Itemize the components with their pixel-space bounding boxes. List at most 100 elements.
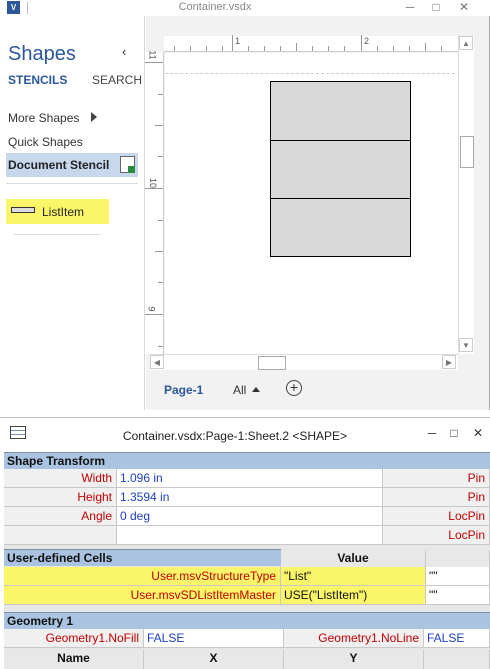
cell-prompt-user-structure-type[interactable]: "": [426, 567, 490, 586]
vertical-ruler: 11 10 9: [145, 50, 164, 354]
ruler-tick: [377, 46, 378, 51]
more-shapes-menu[interactable]: More Shapes: [8, 111, 79, 125]
submenu-arrow-icon[interactable]: [91, 112, 97, 122]
ruler-tick: [155, 125, 163, 126]
ruler-tick: [190, 46, 191, 51]
ruler-tick: [155, 251, 163, 252]
cell-name-empty[interactable]: [4, 526, 117, 545]
ruler-tick: [158, 282, 163, 283]
add-page-icon[interactable]: +: [286, 380, 302, 396]
ruler-tick: [441, 46, 442, 51]
ruler-tick: [344, 46, 345, 51]
shapesheet-close-button[interactable]: ✕: [468, 426, 488, 442]
document-stencil-item[interactable]: Document Stencil: [6, 153, 138, 177]
cell-name-angle[interactable]: Angle: [4, 507, 117, 526]
list-item-shape[interactable]: [270, 198, 411, 257]
cell-prompt-user-list-item-master[interactable]: "": [426, 586, 490, 605]
ruler-tick: [158, 346, 163, 347]
section-header-geometry-1[interactable]: Geometry 1: [4, 612, 490, 629]
column-header-value: Value: [281, 550, 426, 567]
tab-page-1[interactable]: Page-1: [164, 383, 203, 397]
scroll-down-icon[interactable]: ▼: [459, 338, 473, 352]
cell-name-pin[interactable]: Pin: [383, 488, 490, 507]
master-shape-listitem[interactable]: ListItem: [6, 199, 109, 224]
maximize-button[interactable]: □: [424, 0, 448, 16]
all-pages-button[interactable]: All: [233, 383, 246, 397]
tab-search[interactable]: SEARCH: [92, 73, 142, 87]
collapse-pane-chevron-icon[interactable]: ‹: [122, 44, 126, 59]
cell-name-user-structure-type[interactable]: User.msvStructureType: [4, 567, 281, 586]
cell-value-angle[interactable]: 0 deg: [117, 507, 383, 526]
stencil-divider: [14, 234, 100, 235]
ruler-tick: [158, 220, 163, 221]
minimize-button[interactable]: ─: [398, 0, 422, 16]
cell-value-empty[interactable]: [117, 526, 383, 545]
shapes-pane-title: Shapes: [8, 43, 76, 65]
shapesheet-title-bar: Container.vsdx:Page-1:Sheet.2 <SHAPE> ─ …: [0, 418, 490, 451]
caret-up-icon[interactable]: [252, 387, 260, 392]
section-header-shape-transform[interactable]: Shape Transform: [4, 452, 490, 469]
title-bar: V Container.vsdx ─ □ ✕: [0, 0, 490, 16]
ruler-label: 2: [364, 36, 370, 46]
cell-value-user-structure-type[interactable]: "List": [281, 567, 426, 586]
ruler-tick: [361, 35, 362, 51]
scroll-left-icon[interactable]: ◀: [150, 355, 164, 369]
scroll-up-icon[interactable]: ▲: [459, 36, 473, 50]
ruler-tick: [296, 43, 297, 51]
ruler-label: 10: [148, 177, 159, 189]
shapesheet-minimize-button[interactable]: ─: [422, 426, 442, 442]
cell-value-height[interactable]: 1.3594 in: [117, 488, 383, 507]
cell-name-locpin[interactable]: LocPin: [383, 526, 490, 545]
vertical-scroll-thumb[interactable]: [460, 136, 474, 168]
tab-stencils[interactable]: STENCILS: [8, 73, 67, 87]
ruler-tick: [158, 156, 163, 157]
horizontal-scrollbar[interactable]: ◀ ▶: [150, 354, 458, 370]
vertical-scrollbar[interactable]: ▲ ▼: [458, 36, 474, 354]
pane-divider: [6, 183, 138, 184]
cell-name-geometry-noline[interactable]: Geometry1.NoLine: [284, 629, 424, 648]
cell-name-locpin[interactable]: LocPin: [383, 507, 490, 526]
ruler-tick: [409, 46, 410, 51]
stencil-document-icon: [120, 156, 135, 173]
ruler-tick: [312, 46, 313, 51]
ruler-tick: [222, 46, 223, 51]
ruler-label: 9: [146, 306, 157, 312]
horizontal-scroll-thumb[interactable]: [258, 356, 286, 370]
drawing-window: V Container.vsdx ─ □ ✕ Shapes ‹ STENCILS…: [0, 0, 490, 410]
ruler-tick: [264, 46, 265, 51]
document-stencil-label: Document Stencil: [8, 158, 110, 172]
section-header-user-defined[interactable]: User-defined Cells: [4, 549, 281, 566]
cell-value-geometry-nofill[interactable]: FALSE: [144, 629, 284, 648]
close-button[interactable]: ✕: [452, 0, 476, 16]
list-item-shape-icon: [11, 207, 35, 213]
column-header-prompt: [426, 550, 490, 567]
cell-name-geometry-nofill[interactable]: Geometry1.NoFill: [4, 629, 144, 648]
drawing-page[interactable]: [165, 53, 460, 354]
cell-value-user-list-item-master[interactable]: USE("ListItem"): [281, 586, 426, 605]
ruler-tick: [145, 188, 163, 189]
cell-value-width[interactable]: 1.096 in: [117, 469, 383, 488]
list-item-shape[interactable]: [270, 140, 411, 199]
page-tabs-bar: Page-1 All +: [146, 372, 489, 410]
cell-name-width[interactable]: Width: [4, 469, 117, 488]
ruler-tick: [145, 62, 163, 63]
list-item-shape[interactable]: [270, 81, 411, 141]
shapes-pane: Shapes ‹ STENCILS SEARCH More Shapes Qui…: [0, 16, 145, 410]
quick-shapes-item[interactable]: Quick Shapes: [8, 135, 83, 149]
shapesheet-window: Container.vsdx:Page-1:Sheet.2 <SHAPE> ─ …: [0, 417, 490, 669]
scroll-right-icon[interactable]: ▶: [442, 355, 456, 369]
column-header-x: X: [144, 650, 284, 669]
cell-name-pin[interactable]: Pin: [383, 469, 490, 488]
ruler-tick: [280, 46, 281, 51]
ruler-tick: [393, 46, 394, 51]
ruler-tick: [425, 43, 426, 51]
column-header-y: Y: [284, 650, 424, 669]
shapesheet-maximize-button[interactable]: □: [444, 426, 464, 442]
window-title: Container.vsdx: [178, 1, 252, 13]
ruler-tick: [206, 46, 207, 51]
cell-name-user-list-item-master[interactable]: User.msvSDListItemMaster: [4, 586, 281, 605]
cell-value-geometry-noline[interactable]: FALSE: [424, 629, 490, 648]
cell-name-height[interactable]: Height: [4, 488, 117, 507]
ruler-tick: [328, 46, 329, 51]
column-header-name: Name: [4, 650, 144, 669]
